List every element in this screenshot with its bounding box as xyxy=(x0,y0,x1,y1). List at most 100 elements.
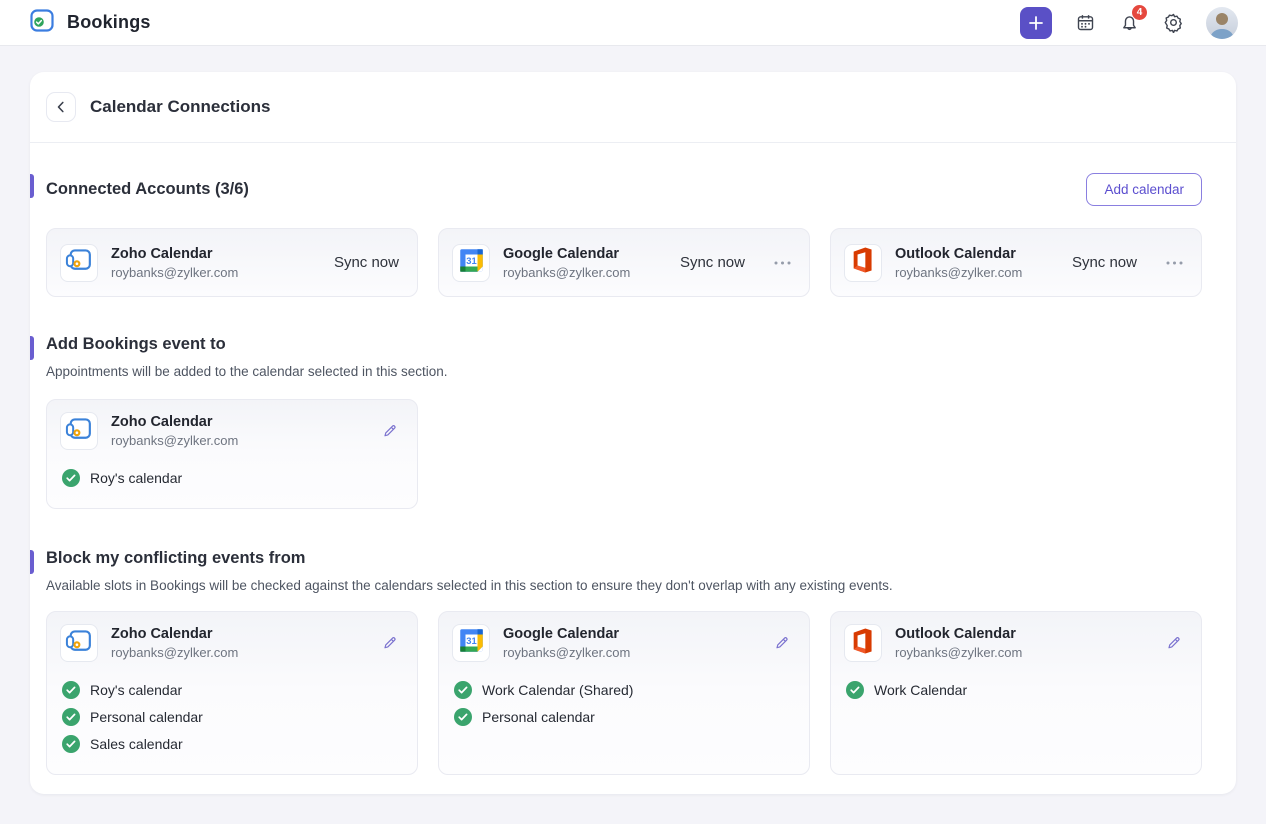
connected-account-card: Zoho Calendarroybanks@zylker.com Sync now xyxy=(46,228,418,297)
account-name: Zoho Calendar xyxy=(111,626,238,642)
calendar-selection-card: Outlook Calendarroybanks@zylker.com Work… xyxy=(830,611,1202,775)
zoho-calendar-icon xyxy=(64,626,94,661)
panel-header: Calendar Connections xyxy=(30,72,1236,143)
sync-now-button[interactable]: Sync now xyxy=(334,254,399,271)
calendar-list: Roy's calendar xyxy=(47,458,417,508)
account-texts: Outlook Calendar roybanks@zylker.com xyxy=(895,246,1022,280)
edit-pencil-icon[interactable] xyxy=(378,632,401,655)
account-name: Google Calendar xyxy=(503,626,630,642)
calendar-name: Sales calendar xyxy=(90,736,183,752)
check-circle-icon xyxy=(62,735,80,753)
edit-pencil-icon[interactable] xyxy=(378,420,401,443)
edit-pencil-icon[interactable] xyxy=(770,632,793,655)
account-texts: Zoho Calendar roybanks@zylker.com xyxy=(111,626,238,660)
provider-icon-box: 31 xyxy=(452,244,490,282)
block-events-card-list: Zoho Calendar roybanks@zylker.com Roy's c… xyxy=(46,611,1202,775)
connected-accounts-title: Connected Accounts (3/6) xyxy=(46,180,249,199)
account-texts: Zoho Calendar roybanks@zylker.com xyxy=(111,414,238,448)
app-brand: Bookings xyxy=(28,6,151,39)
connected-account-card: 31 Google Calendar roybanks@zylker.com Syn… xyxy=(438,228,810,297)
back-button[interactable] xyxy=(46,92,76,122)
connected-accounts-header: Connected Accounts (3/6) Add calendar xyxy=(46,173,1202,206)
create-new-button[interactable] xyxy=(1020,7,1052,39)
account-email: roybanks@zylker.com xyxy=(503,645,630,660)
outlook-calendar-icon xyxy=(849,627,877,660)
check-circle-icon xyxy=(62,708,80,726)
calendar-list-item: Work Calendar (Shared) xyxy=(454,681,793,699)
zoho-calendar-icon xyxy=(64,245,94,280)
connected-accounts-list: Zoho Calendarroybanks@zylker.comSync now… xyxy=(46,228,1202,297)
zoho-calendar-icon xyxy=(64,414,94,449)
account-name: Google Calendar xyxy=(503,246,630,262)
calendar-card-header: 31 Google Calendar roybanks@zylker.com xyxy=(439,612,809,670)
block-events-description: Available slots in Bookings will be chec… xyxy=(46,578,1202,593)
svg-text:31: 31 xyxy=(466,255,476,265)
sync-now-button[interactable]: Sync now xyxy=(680,254,745,271)
calendar-card-header: Zoho Calendar roybanks@zylker.com xyxy=(47,612,417,670)
calendar-card-header: Zoho Calendar roybanks@zylker.com xyxy=(47,400,417,458)
topbar: Bookings 4 xyxy=(0,0,1266,46)
connected-account-card: Outlook Calendar roybanks@zylker.com Sync … xyxy=(830,228,1202,297)
account-email: roybanks@zylker.com xyxy=(503,265,630,280)
calendar-name: Roy's calendar xyxy=(90,470,182,486)
check-circle-icon xyxy=(454,681,472,699)
calendar-list-item: Roy's calendar xyxy=(62,681,401,699)
check-circle-icon xyxy=(62,469,80,487)
calendar-list: Work Calendar (Shared) Personal calendar xyxy=(439,670,809,747)
edit-pencil-icon[interactable] xyxy=(1162,632,1185,655)
account-email: roybanks@zylker.com xyxy=(895,265,1022,280)
add-event-header: Add Bookings event to xyxy=(46,335,1202,354)
account-email: roybanks@zylker.com xyxy=(111,433,238,448)
add-event-title: Add Bookings event to xyxy=(46,335,226,354)
provider-icon-box xyxy=(60,412,98,450)
outlook-calendar-icon xyxy=(849,246,877,279)
provider-icon-box xyxy=(60,244,98,282)
calendar-name: Work Calendar (Shared) xyxy=(482,682,633,698)
app-title: Bookings xyxy=(67,12,151,33)
calendar-icon[interactable] xyxy=(1074,12,1096,34)
calendar-connections-panel: Calendar Connections Connected Accounts … xyxy=(30,72,1236,794)
calendar-selection-card: Zoho Calendar roybanks@zylker.com Roy's c… xyxy=(46,399,418,509)
calendar-list-item: Personal calendar xyxy=(454,708,793,726)
calendar-selection-card: 31 Google Calendar roybanks@zylker.com Wo… xyxy=(438,611,810,775)
calendar-list: Roy's calendar Personal calendar Sales c… xyxy=(47,670,417,774)
check-circle-icon xyxy=(454,708,472,726)
google-calendar-icon: 31 xyxy=(458,247,485,279)
check-circle-icon xyxy=(846,681,864,699)
svg-text:31: 31 xyxy=(466,636,476,646)
notification-count-badge: 4 xyxy=(1132,5,1147,20)
account-name: Outlook Calendar xyxy=(895,246,1022,262)
calendar-card-header: Outlook Calendarroybanks@zylker.com xyxy=(831,612,1201,670)
block-events-title: Block my conflicting events from xyxy=(46,549,305,568)
calendar-selection-card: Zoho Calendar roybanks@zylker.com Roy's c… xyxy=(46,611,418,775)
sync-now-button[interactable]: Sync now xyxy=(1072,254,1137,271)
add-event-description: Appointments will be added to the calend… xyxy=(46,364,1202,379)
page-title: Calendar Connections xyxy=(90,97,270,117)
add-calendar-button[interactable]: Add calendar xyxy=(1086,173,1202,206)
account-texts: Outlook Calendarroybanks@zylker.com xyxy=(895,626,1022,660)
calendar-name: Personal calendar xyxy=(90,709,203,725)
account-email: roybanks@zylker.com xyxy=(895,645,1022,660)
provider-icon-box xyxy=(844,244,882,282)
account-email: roybanks@zylker.com xyxy=(111,645,238,660)
account-name: Zoho Calendar xyxy=(111,414,238,430)
account-texts: Google Calendar roybanks@zylker.com xyxy=(503,246,630,280)
calendar-list-item: Sales calendar xyxy=(62,735,401,753)
account-texts: Zoho Calendarroybanks@zylker.com xyxy=(111,246,238,280)
calendar-name: Personal calendar xyxy=(482,709,595,725)
calendar-name: Work Calendar xyxy=(874,682,967,698)
calendar-list-item: Personal calendar xyxy=(62,708,401,726)
account-name: Zoho Calendar xyxy=(111,246,238,262)
bookings-logo-icon xyxy=(28,6,56,39)
more-options-icon[interactable] xyxy=(1166,261,1183,265)
calendar-list-item: Roy's calendar xyxy=(62,469,401,487)
account-texts: Google Calendar roybanks@zylker.com xyxy=(503,626,630,660)
check-circle-icon xyxy=(62,681,80,699)
settings-gear-icon[interactable] xyxy=(1162,12,1184,34)
notifications-bell-icon[interactable]: 4 xyxy=(1118,12,1140,34)
provider-icon-box xyxy=(844,624,882,662)
add-event-card-list: Zoho Calendar roybanks@zylker.com Roy's c… xyxy=(46,399,1202,509)
calendar-list-item: Work Calendar xyxy=(846,681,1185,699)
user-avatar[interactable] xyxy=(1206,7,1238,39)
more-options-icon[interactable] xyxy=(774,261,791,265)
